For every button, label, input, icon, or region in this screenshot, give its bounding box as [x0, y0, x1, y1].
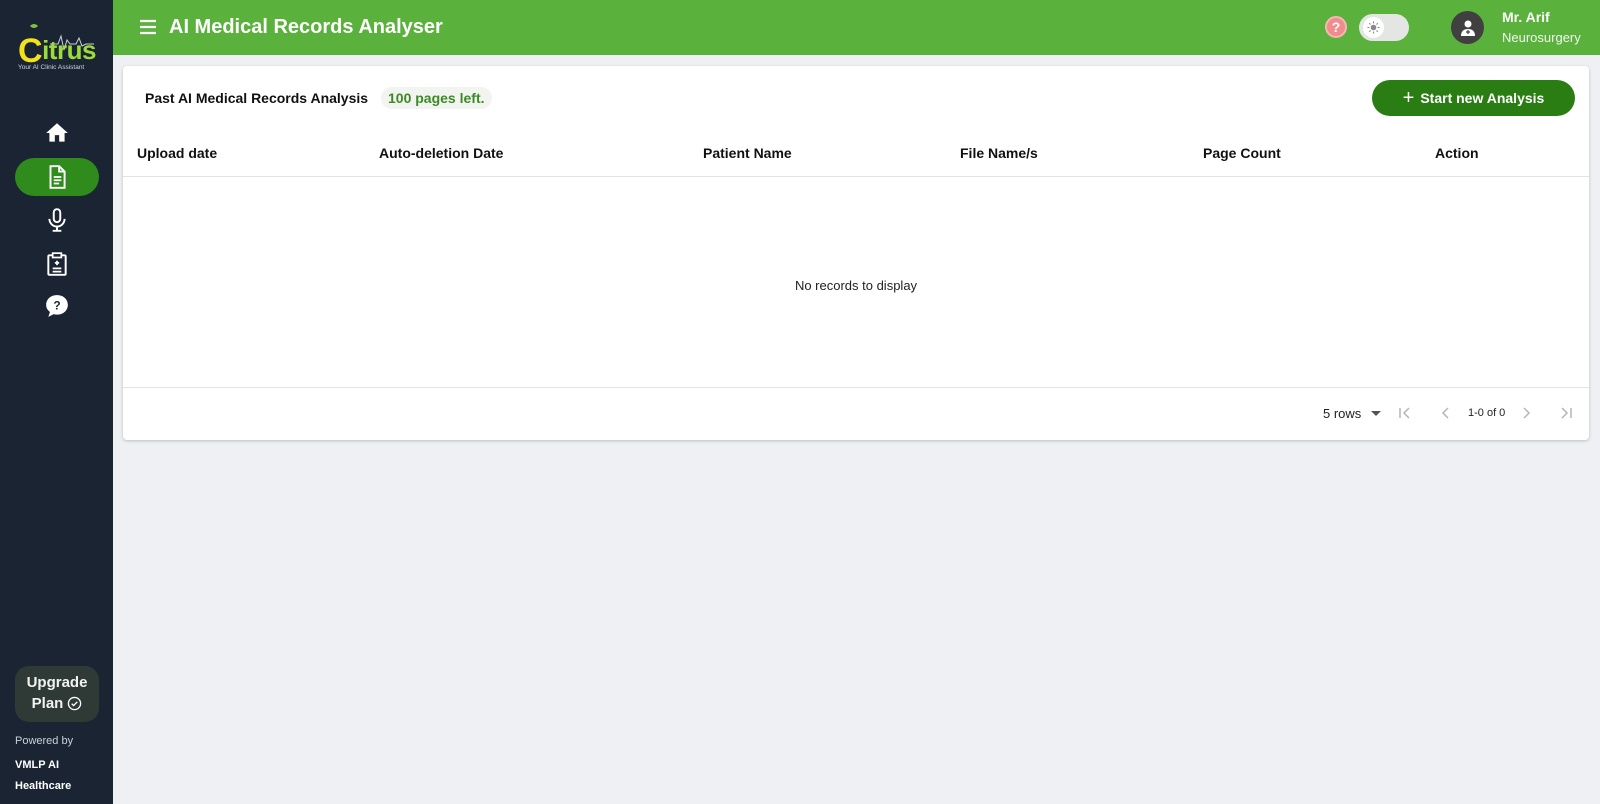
chevron-left-icon [1441, 407, 1449, 419]
doctor-user-icon [1460, 20, 1475, 36]
microphone-icon [48, 208, 66, 232]
previous-page-button[interactable] [1434, 401, 1458, 425]
sidebar-item-home[interactable] [15, 114, 99, 152]
table-body: No records to display [123, 178, 1589, 388]
rows-per-page-select[interactable]: 5 rows [1323, 406, 1382, 421]
records-card: Past AI Medical Records Analysis 100 pag… [123, 66, 1589, 440]
page-range: 1-0 of 0 [1468, 407, 1506, 419]
document-icon [49, 165, 66, 189]
upgrade-label-line1: Upgrade [26, 674, 88, 691]
sidebar-item-clipboard[interactable] [15, 245, 99, 283]
column-auto-deletion-date[interactable]: Auto-deletion Date [379, 145, 503, 161]
help-icon[interactable]: ? [1325, 16, 1347, 38]
sun-icon [1363, 17, 1384, 38]
card-title: Past AI Medical Records Analysis [145, 90, 369, 106]
powered-by-label: Powered by [15, 735, 74, 747]
citrus-logo[interactable]: Citrus Your AI Clinic Assistant [14, 22, 100, 74]
rows-per-page-value: 5 rows [1323, 406, 1362, 421]
first-page-icon [1399, 407, 1410, 419]
column-page-count[interactable]: Page Count [1203, 145, 1281, 161]
svg-text:?: ? [53, 298, 60, 312]
upgrade-plan-button[interactable]: Upgrade Plan [15, 666, 99, 722]
next-page-button[interactable] [1514, 401, 1538, 425]
pages-left-badge: 100 pages left. [381, 87, 492, 109]
first-page-button[interactable] [1393, 401, 1417, 425]
question-chat-icon: ? [46, 295, 68, 317]
table-header: Upload date Auto-deletion Date Patient N… [123, 132, 1589, 177]
column-upload-date[interactable]: Upload date [137, 145, 217, 161]
clipboard-icon [47, 252, 67, 276]
last-page-icon [1561, 407, 1572, 419]
user-department: Neurosurgery [1502, 30, 1581, 45]
sidebar-item-help-chat[interactable]: ? [15, 287, 99, 325]
theme-toggle[interactable] [1359, 14, 1409, 41]
column-file-names[interactable]: File Name/s [960, 145, 1038, 161]
check-circle-icon [68, 696, 82, 711]
start-new-analysis-button[interactable]: + Start new Analysis [1372, 80, 1575, 116]
user-name[interactable]: Mr. Arif [1502, 9, 1550, 25]
empty-message: No records to display [794, 278, 918, 293]
column-patient-name[interactable]: Patient Name [703, 145, 792, 161]
company-name[interactable]: VMLP AI Healthcare [15, 755, 105, 797]
plus-icon: + [1402, 87, 1415, 109]
sidebar: Citrus Your AI Clinic Assistant ? Upgrad… [0, 0, 113, 804]
chevron-down-icon [1371, 411, 1382, 416]
sidebar-item-medical-records[interactable] [15, 158, 99, 196]
logo-wordmark: Citrus [18, 32, 96, 70]
chevron-right-icon [1523, 407, 1531, 419]
page-title: AI Medical Records Analyser [169, 16, 443, 38]
avatar[interactable] [1451, 11, 1484, 44]
sidebar-item-dictation[interactable] [15, 201, 99, 239]
start-new-analysis-label: Start new Analysis [1420, 90, 1545, 106]
logo-tagline: Your AI Clinic Assistant [18, 64, 85, 71]
column-action: Action [1435, 145, 1479, 161]
top-header: AI Medical Records Analyser ? Mr. Arif N… [113, 0, 1600, 55]
last-page-button[interactable] [1554, 401, 1578, 425]
paginator: 5 rows 1-0 of 0 [123, 389, 1589, 440]
upgrade-label-line2: Plan [31, 695, 64, 712]
home-icon [46, 123, 68, 142]
hamburger-menu-icon[interactable] [139, 18, 157, 36]
